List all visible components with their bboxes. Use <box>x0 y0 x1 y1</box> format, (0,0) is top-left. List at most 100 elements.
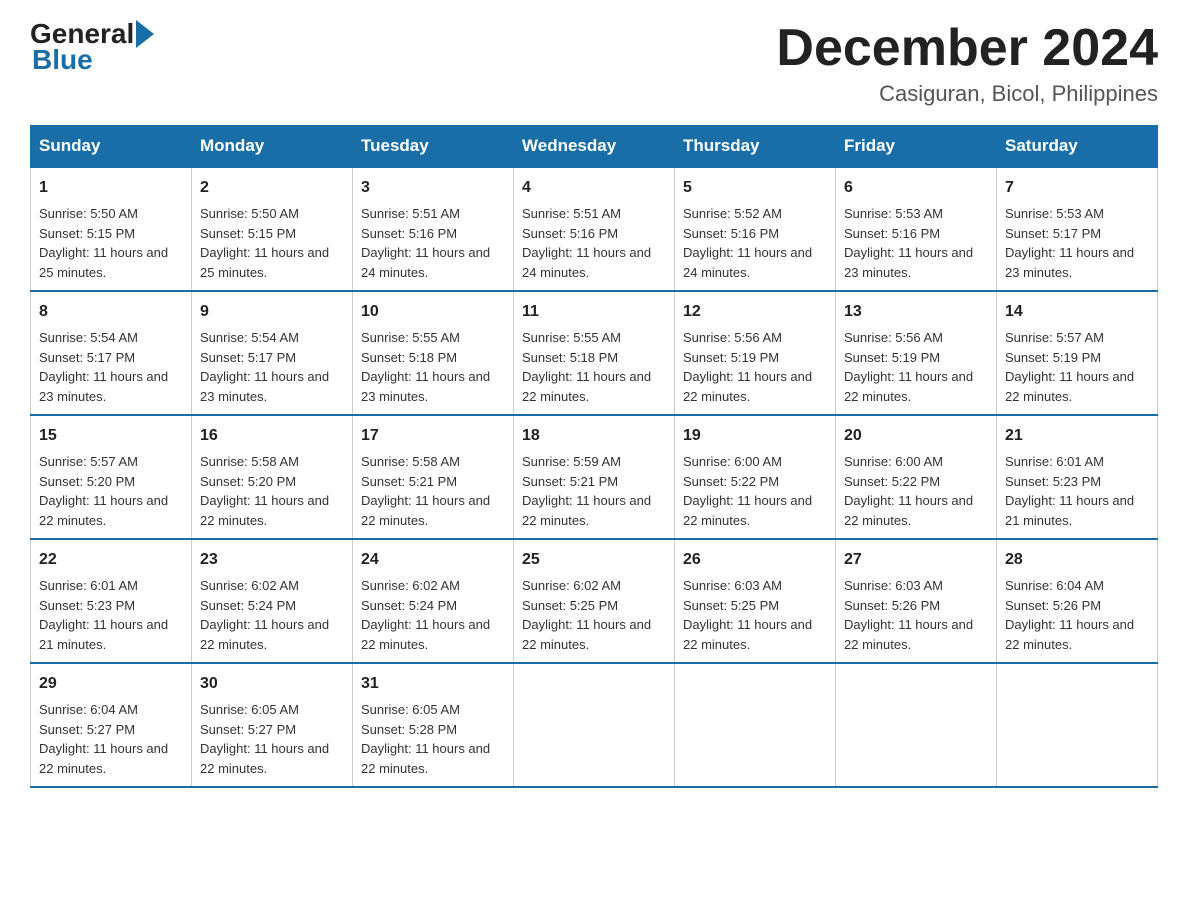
day-number: 17 <box>361 424 505 448</box>
day-number: 25 <box>522 548 666 572</box>
table-row: 6 Sunrise: 5:53 AMSunset: 5:16 PMDayligh… <box>836 167 997 291</box>
day-info: Sunrise: 5:54 AMSunset: 5:17 PMDaylight:… <box>39 330 168 404</box>
day-number: 26 <box>683 548 827 572</box>
table-row: 12 Sunrise: 5:56 AMSunset: 5:19 PMDaylig… <box>675 291 836 415</box>
col-header-wednesday: Wednesday <box>514 126 675 168</box>
day-info: Sunrise: 6:05 AMSunset: 5:28 PMDaylight:… <box>361 702 490 776</box>
location-subtitle: Casiguran, Bicol, Philippines <box>776 81 1158 107</box>
table-row: 20 Sunrise: 6:00 AMSunset: 5:22 PMDaylig… <box>836 415 997 539</box>
day-number: 7 <box>1005 176 1149 200</box>
day-info: Sunrise: 5:50 AMSunset: 5:15 PMDaylight:… <box>200 206 329 280</box>
day-number: 11 <box>522 300 666 324</box>
table-row <box>514 663 675 787</box>
day-info: Sunrise: 6:00 AMSunset: 5:22 PMDaylight:… <box>844 454 973 528</box>
day-info: Sunrise: 6:04 AMSunset: 5:26 PMDaylight:… <box>1005 578 1134 652</box>
day-info: Sunrise: 6:02 AMSunset: 5:24 PMDaylight:… <box>200 578 329 652</box>
day-info: Sunrise: 5:57 AMSunset: 5:19 PMDaylight:… <box>1005 330 1134 404</box>
table-row: 8 Sunrise: 5:54 AMSunset: 5:17 PMDayligh… <box>31 291 192 415</box>
table-row: 24 Sunrise: 6:02 AMSunset: 5:24 PMDaylig… <box>353 539 514 663</box>
col-header-saturday: Saturday <box>997 126 1158 168</box>
day-info: Sunrise: 6:03 AMSunset: 5:25 PMDaylight:… <box>683 578 812 652</box>
day-number: 30 <box>200 672 344 696</box>
table-row: 28 Sunrise: 6:04 AMSunset: 5:26 PMDaylig… <box>997 539 1158 663</box>
day-info: Sunrise: 5:59 AMSunset: 5:21 PMDaylight:… <box>522 454 651 528</box>
day-number: 28 <box>1005 548 1149 572</box>
table-row: 2 Sunrise: 5:50 AMSunset: 5:15 PMDayligh… <box>192 167 353 291</box>
day-info: Sunrise: 5:53 AMSunset: 5:16 PMDaylight:… <box>844 206 973 280</box>
day-number: 13 <box>844 300 988 324</box>
table-row: 13 Sunrise: 5:56 AMSunset: 5:19 PMDaylig… <box>836 291 997 415</box>
table-row: 23 Sunrise: 6:02 AMSunset: 5:24 PMDaylig… <box>192 539 353 663</box>
day-info: Sunrise: 5:55 AMSunset: 5:18 PMDaylight:… <box>522 330 651 404</box>
col-header-friday: Friday <box>836 126 997 168</box>
day-info: Sunrise: 6:01 AMSunset: 5:23 PMDaylight:… <box>1005 454 1134 528</box>
day-number: 23 <box>200 548 344 572</box>
day-number: 20 <box>844 424 988 448</box>
table-row: 21 Sunrise: 6:01 AMSunset: 5:23 PMDaylig… <box>997 415 1158 539</box>
calendar-week-row: 29 Sunrise: 6:04 AMSunset: 5:27 PMDaylig… <box>31 663 1158 787</box>
day-number: 15 <box>39 424 183 448</box>
day-info: Sunrise: 6:04 AMSunset: 5:27 PMDaylight:… <box>39 702 168 776</box>
table-row: 31 Sunrise: 6:05 AMSunset: 5:28 PMDaylig… <box>353 663 514 787</box>
table-row <box>675 663 836 787</box>
table-row: 15 Sunrise: 5:57 AMSunset: 5:20 PMDaylig… <box>31 415 192 539</box>
day-number: 2 <box>200 176 344 200</box>
table-row: 5 Sunrise: 5:52 AMSunset: 5:16 PMDayligh… <box>675 167 836 291</box>
day-number: 1 <box>39 176 183 200</box>
day-info: Sunrise: 6:02 AMSunset: 5:24 PMDaylight:… <box>361 578 490 652</box>
day-number: 19 <box>683 424 827 448</box>
day-info: Sunrise: 5:51 AMSunset: 5:16 PMDaylight:… <box>522 206 651 280</box>
day-info: Sunrise: 5:53 AMSunset: 5:17 PMDaylight:… <box>1005 206 1134 280</box>
day-number: 21 <box>1005 424 1149 448</box>
day-info: Sunrise: 5:57 AMSunset: 5:20 PMDaylight:… <box>39 454 168 528</box>
day-info: Sunrise: 6:01 AMSunset: 5:23 PMDaylight:… <box>39 578 168 652</box>
table-row: 25 Sunrise: 6:02 AMSunset: 5:25 PMDaylig… <box>514 539 675 663</box>
table-row: 16 Sunrise: 5:58 AMSunset: 5:20 PMDaylig… <box>192 415 353 539</box>
logo-area: General Blue <box>30 20 156 76</box>
table-row: 27 Sunrise: 6:03 AMSunset: 5:26 PMDaylig… <box>836 539 997 663</box>
day-number: 8 <box>39 300 183 324</box>
calendar-table: SundayMondayTuesdayWednesdayThursdayFrid… <box>30 125 1158 788</box>
day-info: Sunrise: 5:56 AMSunset: 5:19 PMDaylight:… <box>844 330 973 404</box>
day-info: Sunrise: 6:02 AMSunset: 5:25 PMDaylight:… <box>522 578 651 652</box>
calendar-header-row: SundayMondayTuesdayWednesdayThursdayFrid… <box>31 126 1158 168</box>
day-info: Sunrise: 5:54 AMSunset: 5:17 PMDaylight:… <box>200 330 329 404</box>
day-info: Sunrise: 5:58 AMSunset: 5:20 PMDaylight:… <box>200 454 329 528</box>
col-header-monday: Monday <box>192 126 353 168</box>
day-number: 24 <box>361 548 505 572</box>
day-number: 14 <box>1005 300 1149 324</box>
day-info: Sunrise: 6:00 AMSunset: 5:22 PMDaylight:… <box>683 454 812 528</box>
calendar-week-row: 15 Sunrise: 5:57 AMSunset: 5:20 PMDaylig… <box>31 415 1158 539</box>
table-row: 9 Sunrise: 5:54 AMSunset: 5:17 PMDayligh… <box>192 291 353 415</box>
day-number: 31 <box>361 672 505 696</box>
title-area: December 2024 Casiguran, Bicol, Philippi… <box>776 20 1158 107</box>
calendar-week-row: 22 Sunrise: 6:01 AMSunset: 5:23 PMDaylig… <box>31 539 1158 663</box>
table-row: 10 Sunrise: 5:55 AMSunset: 5:18 PMDaylig… <box>353 291 514 415</box>
day-info: Sunrise: 5:52 AMSunset: 5:16 PMDaylight:… <box>683 206 812 280</box>
col-header-thursday: Thursday <box>675 126 836 168</box>
table-row: 18 Sunrise: 5:59 AMSunset: 5:21 PMDaylig… <box>514 415 675 539</box>
table-row <box>997 663 1158 787</box>
day-number: 16 <box>200 424 344 448</box>
page-header: General Blue December 2024 Casiguran, Bi… <box>30 20 1158 107</box>
day-info: Sunrise: 5:56 AMSunset: 5:19 PMDaylight:… <box>683 330 812 404</box>
table-row <box>836 663 997 787</box>
table-row: 3 Sunrise: 5:51 AMSunset: 5:16 PMDayligh… <box>353 167 514 291</box>
day-info: Sunrise: 5:50 AMSunset: 5:15 PMDaylight:… <box>39 206 168 280</box>
table-row: 14 Sunrise: 5:57 AMSunset: 5:19 PMDaylig… <box>997 291 1158 415</box>
day-number: 6 <box>844 176 988 200</box>
col-header-tuesday: Tuesday <box>353 126 514 168</box>
table-row: 1 Sunrise: 5:50 AMSunset: 5:15 PMDayligh… <box>31 167 192 291</box>
table-row: 17 Sunrise: 5:58 AMSunset: 5:21 PMDaylig… <box>353 415 514 539</box>
month-title: December 2024 <box>776 20 1158 77</box>
day-number: 12 <box>683 300 827 324</box>
table-row: 7 Sunrise: 5:53 AMSunset: 5:17 PMDayligh… <box>997 167 1158 291</box>
col-header-sunday: Sunday <box>31 126 192 168</box>
logo-blue-text: Blue <box>32 44 93 76</box>
day-info: Sunrise: 5:51 AMSunset: 5:16 PMDaylight:… <box>361 206 490 280</box>
table-row: 29 Sunrise: 6:04 AMSunset: 5:27 PMDaylig… <box>31 663 192 787</box>
table-row: 11 Sunrise: 5:55 AMSunset: 5:18 PMDaylig… <box>514 291 675 415</box>
table-row: 22 Sunrise: 6:01 AMSunset: 5:23 PMDaylig… <box>31 539 192 663</box>
day-number: 9 <box>200 300 344 324</box>
day-info: Sunrise: 6:03 AMSunset: 5:26 PMDaylight:… <box>844 578 973 652</box>
